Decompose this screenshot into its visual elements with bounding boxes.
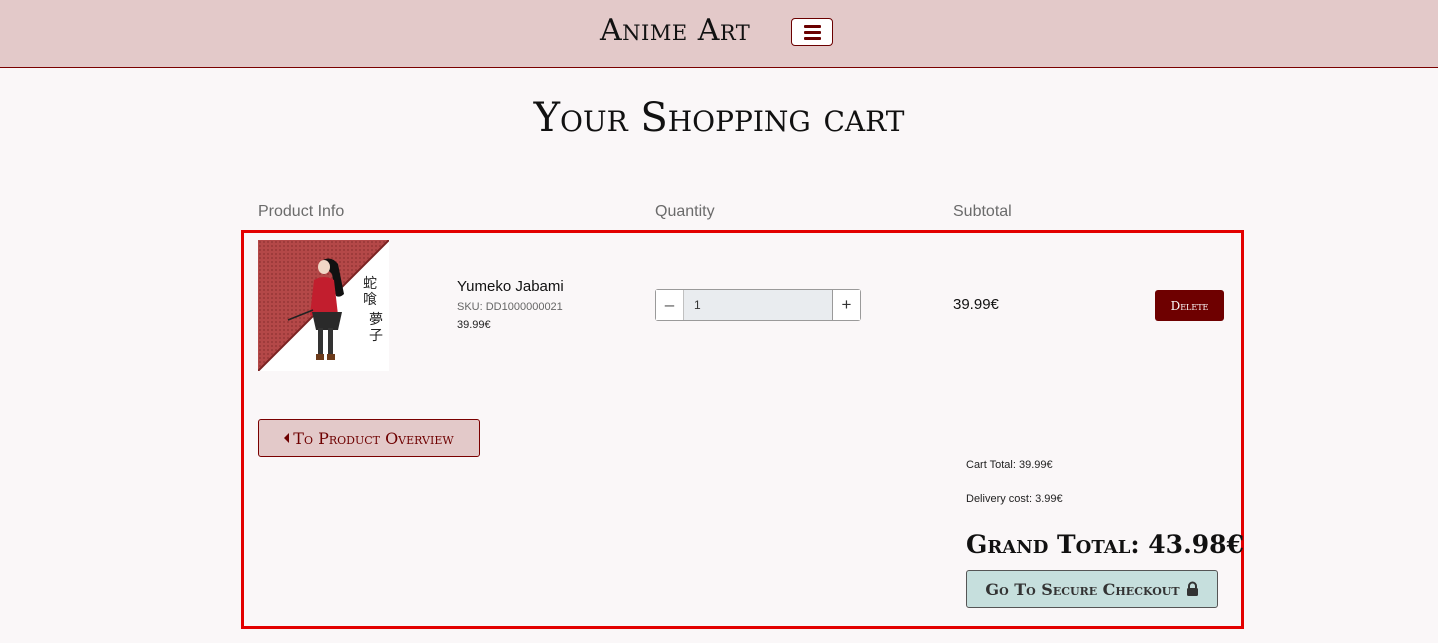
quantity-input[interactable]: 1 (684, 290, 832, 320)
minus-icon: – (664, 295, 675, 314)
quantity-stepper: – 1 + (655, 289, 861, 321)
product-price: 39.99€ (457, 319, 491, 331)
grand-total: Grand Total: 43.98€ (966, 530, 1244, 559)
menu-toggle-button[interactable] (791, 18, 833, 46)
secure-checkout-button[interactable]: Go To Secure Checkout (966, 570, 1218, 608)
product-sku: SKU: DD1000000021 (457, 301, 563, 313)
hamburger-icon (803, 24, 821, 40)
product-image: 蛇 喰 夢 子 (258, 240, 389, 371)
product-name: Yumeko Jabami (457, 278, 564, 295)
lock-icon (1186, 581, 1198, 596)
page-title: Your Shopping cart (533, 95, 905, 141)
decrement-button[interactable]: – (656, 290, 684, 320)
delivery-cost: Delivery cost: 3.99€ (966, 493, 1063, 505)
checkout-label: Go To Secure Checkout (985, 579, 1180, 599)
cart-total: Cart Total: 39.99€ (966, 459, 1053, 471)
top-navbar: Anime Art (0, 0, 1438, 68)
header-product-info: Product Info (258, 203, 345, 220)
svg-text:子: 子 (369, 328, 383, 344)
item-subtotal: 39.99€ (953, 296, 999, 313)
product-overview-label: To Product Overview (293, 428, 454, 448)
caret-left-icon (284, 433, 290, 443)
brand-logo[interactable]: Anime Art (600, 13, 750, 48)
plus-icon: + (841, 295, 852, 314)
delete-button[interactable]: Delete (1155, 290, 1224, 321)
header-subtotal: Subtotal (953, 203, 1012, 220)
product-overview-button[interactable]: To Product Overview (258, 419, 480, 457)
increment-button[interactable]: + (832, 290, 860, 320)
svg-text:蛇: 蛇 (363, 276, 377, 292)
svg-text:夢: 夢 (369, 312, 383, 328)
svg-text:喰: 喰 (363, 292, 377, 308)
header-quantity: Quantity (655, 203, 715, 220)
